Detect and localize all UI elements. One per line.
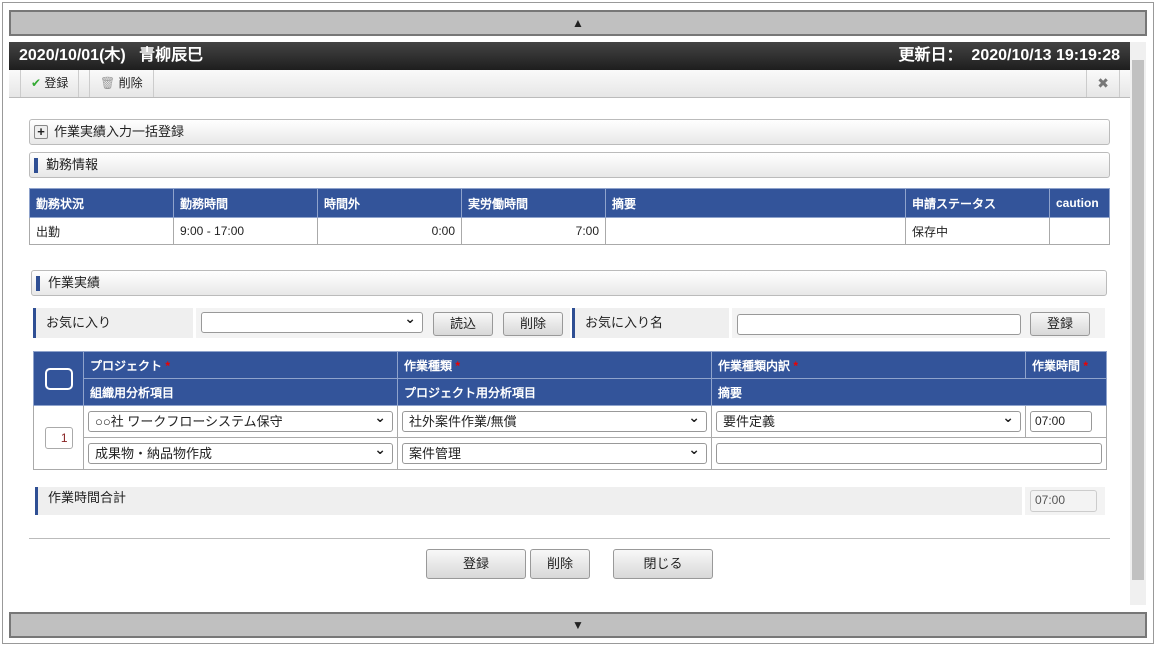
register-button[interactable]: ✔ 登録: [20, 70, 80, 97]
select-all-checkbox[interactable]: [44, 367, 73, 390]
col-header: 勤務状況: [29, 188, 174, 218]
updated-label: 更新日：: [898, 47, 963, 64]
attendance-table: 勤務状況 勤務時間 時間外 実労働時間 摘要 申請ステータス caution 出…: [29, 188, 1110, 245]
cell: 9:00 - 17:00: [173, 217, 318, 245]
col-header: 組織用分析項目: [83, 378, 398, 406]
summary-input[interactable]: [716, 443, 1102, 464]
bulk-entry-section[interactable]: + 作業実績入力一括登録: [29, 119, 1110, 145]
col-header: 勤務時間: [173, 188, 318, 218]
col-header: 作業時間 *: [1025, 351, 1107, 379]
work-type-select[interactable]: 社外案件作業/無償: [402, 408, 707, 432]
arrow-up-icon: ▲: [572, 16, 584, 30]
favorite-name-label: お気に入り名: [572, 308, 729, 338]
cell: [1049, 217, 1110, 245]
favorite-register-button[interactable]: 登録: [1030, 312, 1090, 336]
col-header: 作業種類内訳 *: [711, 351, 1026, 379]
total-time: 07:00: [1030, 490, 1097, 512]
scroll-down-bar[interactable]: ▼: [9, 612, 1147, 638]
favorite-label: お気に入り: [33, 308, 193, 338]
footer-delete-button[interactable]: 削除: [530, 549, 590, 579]
col-header: プロジェクト用分析項目: [397, 378, 712, 406]
cell: 0:00: [317, 217, 462, 245]
favorite-load-button[interactable]: 読込: [433, 312, 493, 336]
row-number: 1: [44, 426, 73, 449]
divider: [29, 538, 1110, 539]
table-row: 出勤 9:00 - 17:00 0:00 7:00 保存中: [29, 217, 1110, 245]
favorite-delete-button[interactable]: 削除: [503, 312, 563, 336]
total-label: 作業時間合計: [35, 487, 1022, 515]
scroll-up-bar[interactable]: ▲: [9, 10, 1147, 36]
arrow-down-icon: ▼: [572, 618, 584, 632]
favorite-select[interactable]: [201, 309, 423, 333]
col-header: 作業種類 *: [397, 351, 712, 379]
title-bar: 2020/10/01(木) 青柳辰巳 更新日： 2020/10/13 19:19…: [9, 42, 1130, 70]
project-select[interactable]: ○○社 ワークフローシステム保守: [88, 408, 393, 432]
proj-item-select[interactable]: 案件管理: [402, 440, 707, 464]
col-header: 実労働時間: [461, 188, 606, 218]
work-section-header: 作業実績: [31, 270, 1107, 296]
select-all-cell: [33, 351, 84, 406]
trash-icon: 🗑: [100, 76, 116, 90]
toolbar: ✔ 登録 🗑 削除 ✖: [9, 70, 1130, 98]
scrollbar[interactable]: [1130, 42, 1146, 605]
cell: 保存中: [905, 217, 1050, 245]
work-time-input[interactable]: 07:00: [1030, 411, 1092, 432]
check-icon: ✔: [31, 76, 42, 90]
favorite-name-input[interactable]: [737, 314, 1021, 335]
col-header: caution: [1049, 188, 1110, 218]
col-header: プロジェクト *: [83, 351, 398, 379]
close-icon[interactable]: ✖: [1086, 70, 1120, 97]
attendance-section-header: 勤務情報: [29, 152, 1110, 178]
cell: 出勤: [29, 217, 174, 245]
user-name: 青柳辰巳: [139, 47, 204, 64]
col-header: 摘要: [605, 188, 906, 218]
table-row: 成果物・納品物作成 案件管理: [34, 437, 1107, 470]
work-table: プロジェクト * 作業種類 * 作業種類内訳 * 作業時間 * 組織用分析項目 …: [33, 351, 1107, 470]
plus-icon[interactable]: +: [34, 125, 48, 139]
table-row: 1 ○○社 ワークフローシステム保守 社外案件作業/無償 要件定義 07:00: [33, 405, 1107, 470]
org-item-select[interactable]: 成果物・納品物作成: [88, 440, 393, 464]
delete-button[interactable]: 🗑 削除: [89, 70, 154, 97]
footer-register-button[interactable]: 登録: [426, 549, 526, 579]
scrollbar-thumb[interactable]: [1132, 60, 1144, 580]
col-header: 申請ステータス: [905, 188, 1050, 218]
work-date: 2020/10/01(木): [19, 47, 126, 64]
work-detail-select[interactable]: 要件定義: [716, 408, 1021, 432]
cell: 7:00: [461, 217, 606, 245]
cell: [605, 217, 906, 245]
updated-datetime: 2020/10/13 19:19:28: [971, 47, 1120, 64]
col-header: 時間外: [317, 188, 462, 218]
col-header: 摘要: [711, 378, 1107, 406]
footer-close-button[interactable]: 閉じる: [613, 549, 713, 579]
